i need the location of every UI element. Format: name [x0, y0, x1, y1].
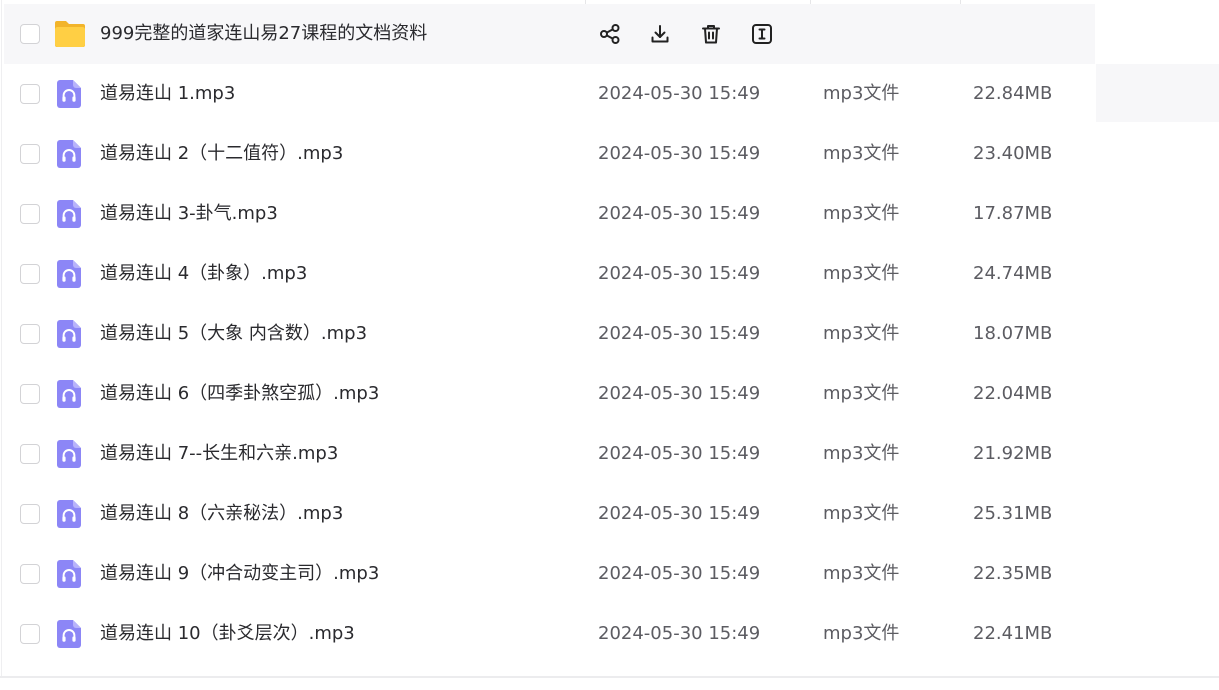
- audio-file-icon: [57, 260, 81, 288]
- audio-file-icon: [57, 620, 81, 648]
- audio-file-icon: [57, 320, 81, 348]
- file-modified-date: 2024-05-30 15:49: [598, 443, 761, 464]
- file-row[interactable]: 道易连山 5（大象 内含数）.mp3 2024-05-30 15:49 mp3文…: [4, 304, 1095, 364]
- file-size: 22.04MB: [973, 383, 1053, 404]
- file-size: 25.31MB: [973, 503, 1053, 524]
- row-checkbox[interactable]: [20, 84, 40, 104]
- download-button[interactable]: [649, 23, 671, 45]
- audio-file-icon: [57, 200, 81, 228]
- share-icon: [600, 24, 620, 44]
- file-size: 22.84MB: [973, 83, 1053, 104]
- hover-highlight-strip: [1096, 64, 1219, 122]
- row-checkbox[interactable]: [20, 24, 40, 44]
- file-name[interactable]: 道易连山 5（大象 内含数）.mp3: [100, 322, 367, 346]
- list-left-border: [1, 0, 2, 678]
- audio-file-icon: [57, 140, 81, 168]
- download-icon: [651, 25, 669, 43]
- file-size: 18.07MB: [973, 323, 1053, 344]
- file-type: mp3文件: [823, 383, 900, 404]
- file-type: mp3文件: [823, 83, 900, 104]
- audio-file-icon: [57, 560, 81, 588]
- file-modified-date: 2024-05-30 15:49: [598, 563, 761, 584]
- file-row[interactable]: 道易连山 2（十二值符）.mp3 2024-05-30 15:49 mp3文件 …: [4, 124, 1095, 184]
- file-type: mp3文件: [823, 323, 900, 344]
- file-modified-date: 2024-05-30 15:49: [598, 383, 761, 404]
- file-row[interactable]: 道易连山 3-卦气.mp3 2024-05-30 15:49 mp3文件 17.…: [4, 184, 1095, 244]
- file-name[interactable]: 道易连山 6（四季卦煞空孤）.mp3: [100, 382, 379, 406]
- list-bottom-border: [0, 676, 1219, 678]
- file-list: 999完整的道家连山易27课程的文档资料 道易连山 1.mp3 2024-05-…: [4, 4, 1095, 664]
- file-name[interactable]: 道易连山 3-卦气.mp3: [100, 202, 278, 226]
- file-row[interactable]: 道易连山 1.mp3 2024-05-30 15:49 mp3文件 22.84M…: [4, 64, 1095, 124]
- file-modified-date: 2024-05-30 15:49: [598, 503, 761, 524]
- file-type: mp3文件: [823, 263, 900, 284]
- file-name[interactable]: 道易连山 9（冲合动变主司）.mp3: [100, 562, 379, 586]
- row-checkbox[interactable]: [20, 144, 40, 164]
- file-size: 22.35MB: [973, 563, 1053, 584]
- file-name[interactable]: 道易连山 2（十二值符）.mp3: [100, 142, 343, 166]
- file-type: mp3文件: [823, 143, 900, 164]
- row-checkbox[interactable]: [20, 444, 40, 464]
- file-size: 23.40MB: [973, 143, 1053, 164]
- file-modified-date: 2024-05-30 15:49: [598, 263, 761, 284]
- file-modified-date: 2024-05-30 15:49: [598, 83, 761, 104]
- trash-icon: [702, 25, 720, 44]
- file-size: 17.87MB: [973, 203, 1053, 224]
- row-checkbox[interactable]: [20, 264, 40, 284]
- folder-icon: [55, 21, 85, 47]
- row-checkbox[interactable]: [20, 324, 40, 344]
- file-modified-date: 2024-05-30 15:49: [598, 623, 761, 644]
- audio-file-icon: [57, 380, 81, 408]
- file-row[interactable]: 道易连山 6（四季卦煞空孤）.mp3 2024-05-30 15:49 mp3文…: [4, 364, 1095, 424]
- file-row[interactable]: 道易连山 7--长生和六亲.mp3 2024-05-30 15:49 mp3文件…: [4, 424, 1095, 484]
- file-size: 21.92MB: [973, 443, 1053, 464]
- file-name[interactable]: 道易连山 1.mp3: [100, 82, 235, 106]
- rename-button[interactable]: [751, 23, 773, 45]
- row-checkbox[interactable]: [20, 204, 40, 224]
- file-type: mp3文件: [823, 563, 900, 584]
- file-modified-date: 2024-05-30 15:49: [598, 203, 761, 224]
- audio-file-icon: [57, 500, 81, 528]
- folder-name[interactable]: 999完整的道家连山易27课程的文档资料: [100, 22, 427, 46]
- file-row[interactable]: 道易连山 9（冲合动变主司）.mp3 2024-05-30 15:49 mp3文…: [4, 544, 1095, 604]
- share-button[interactable]: [599, 23, 621, 45]
- file-name[interactable]: 道易连山 8（六亲秘法）.mp3: [100, 502, 343, 526]
- file-type: mp3文件: [823, 503, 900, 524]
- row-checkbox[interactable]: [20, 564, 40, 584]
- file-name[interactable]: 道易连山 10（卦爻层次）.mp3: [100, 622, 355, 646]
- file-row[interactable]: 道易连山 8（六亲秘法）.mp3 2024-05-30 15:49 mp3文件 …: [4, 484, 1095, 544]
- row-checkbox[interactable]: [20, 624, 40, 644]
- delete-button[interactable]: [700, 23, 722, 45]
- file-size: 22.41MB: [973, 623, 1053, 644]
- audio-file-icon: [57, 440, 81, 468]
- file-type: mp3文件: [823, 623, 900, 644]
- row-checkbox[interactable]: [20, 504, 40, 524]
- file-name[interactable]: 道易连山 4（卦象）.mp3: [100, 262, 307, 286]
- row-checkbox[interactable]: [20, 384, 40, 404]
- file-row[interactable]: 道易连山 10（卦爻层次）.mp3 2024-05-30 15:49 mp3文件…: [4, 604, 1095, 664]
- audio-file-icon: [57, 80, 81, 108]
- file-modified-date: 2024-05-30 15:49: [598, 323, 761, 344]
- file-size: 24.74MB: [973, 263, 1053, 284]
- rename-icon: [752, 24, 772, 44]
- file-name[interactable]: 道易连山 7--长生和六亲.mp3: [100, 442, 338, 466]
- file-type: mp3文件: [823, 443, 900, 464]
- file-modified-date: 2024-05-30 15:49: [598, 143, 761, 164]
- file-type: mp3文件: [823, 203, 900, 224]
- file-row[interactable]: 道易连山 4（卦象）.mp3 2024-05-30 15:49 mp3文件 24…: [4, 244, 1095, 304]
- folder-row[interactable]: 999完整的道家连山易27课程的文档资料: [4, 4, 1095, 64]
